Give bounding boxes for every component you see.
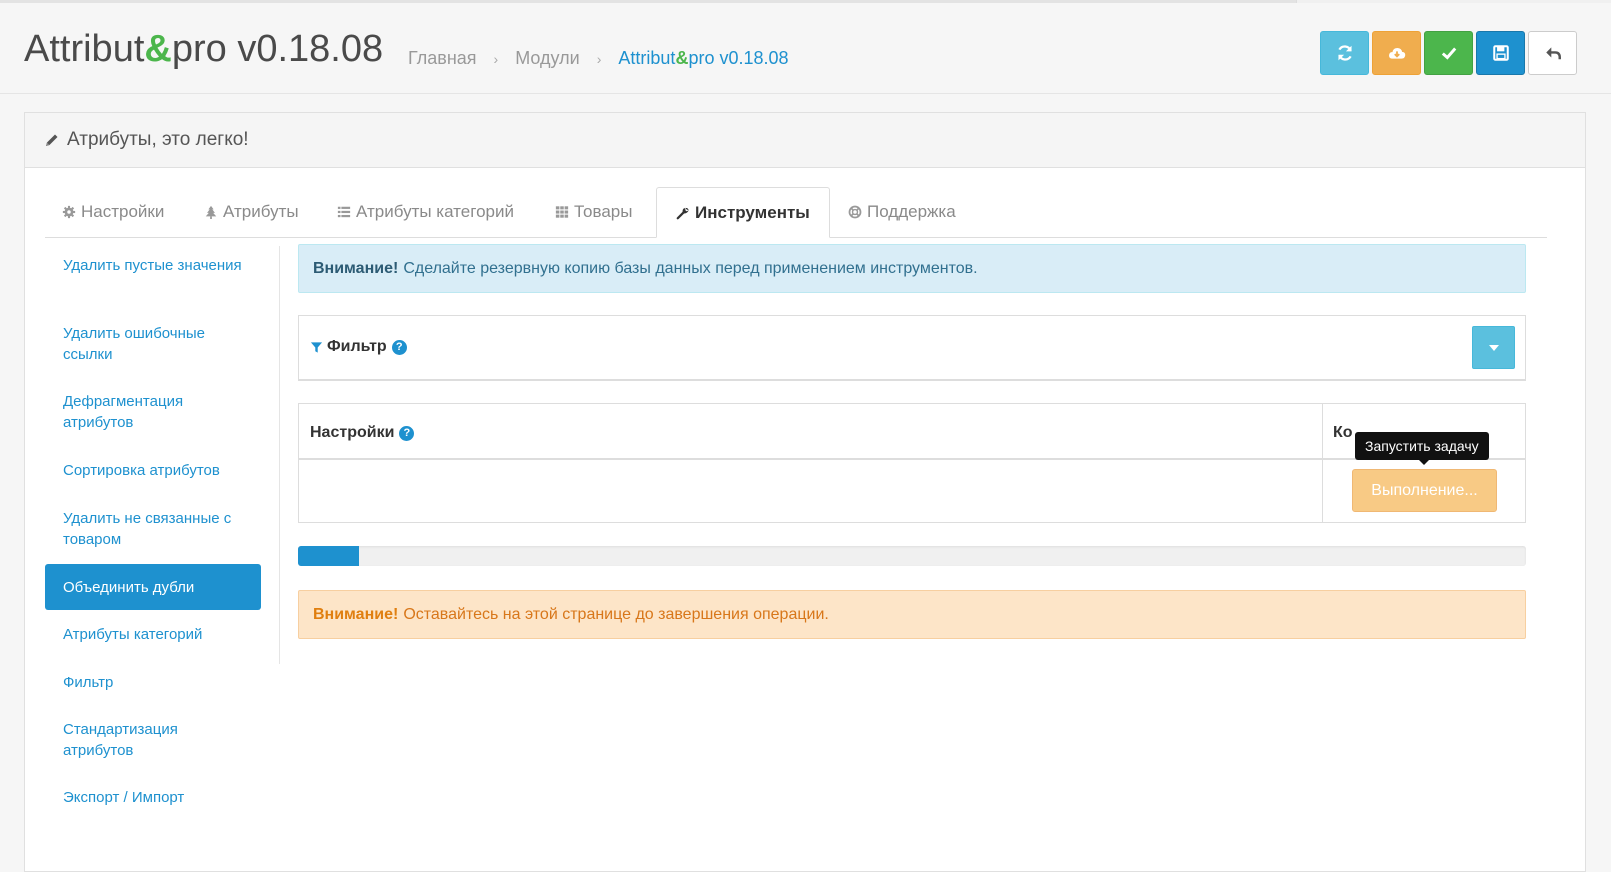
list-icon bbox=[337, 206, 351, 218]
sidebar-item-export-import[interactable]: Экспорт / Импорт bbox=[45, 787, 261, 808]
sidebar-item-category-attributes[interactable]: Атрибуты категорий bbox=[45, 624, 261, 645]
tab-products-label: Товары bbox=[574, 202, 633, 221]
column-divider bbox=[1322, 404, 1323, 522]
apply-button[interactable] bbox=[1424, 31, 1473, 75]
backup-alert-strong: Внимание! bbox=[313, 259, 399, 277]
stay-on-page-alert: Внимание! Оставайтесь на этой странице д… bbox=[298, 590, 1526, 639]
backup-alert-text: Сделайте резервную копию базы данных пер… bbox=[403, 259, 978, 277]
gear-icon bbox=[62, 205, 76, 219]
breadcrumb-separator: › bbox=[493, 51, 499, 67]
task-table: Настройки ? Ко Выполнение... Запустить з… bbox=[298, 403, 1526, 523]
progress-bar bbox=[298, 546, 360, 566]
grid-icon bbox=[555, 206, 569, 218]
breadcrumb-current-prefix: Attribut bbox=[618, 48, 676, 68]
run-task-button[interactable]: Выполнение... bbox=[1352, 469, 1497, 512]
breadcrumb-home[interactable]: Главная bbox=[408, 48, 477, 68]
sidebar-item-delete-broken-links[interactable]: Удалить ошибочные ссылки bbox=[45, 323, 261, 365]
save-button[interactable] bbox=[1476, 31, 1525, 75]
run-task-tooltip-text: Запустить задачу bbox=[1365, 438, 1479, 454]
stay-alert-strong: Внимание! bbox=[313, 605, 399, 623]
download-button[interactable] bbox=[1372, 31, 1421, 75]
cloud-download-icon bbox=[1388, 47, 1405, 59]
tooltip-arrow bbox=[1419, 460, 1429, 465]
tab-settings[interactable]: Настройки bbox=[62, 187, 164, 237]
title-ampersand: & bbox=[144, 28, 172, 70]
tree-icon bbox=[205, 205, 217, 219]
page-header: Attribut&pro v0.18.08 Главная › Модули ›… bbox=[0, 3, 1611, 94]
lifebuoy-icon bbox=[848, 205, 862, 219]
tab-support[interactable]: Поддержка bbox=[848, 187, 956, 237]
check-icon bbox=[1441, 47, 1456, 60]
breadcrumb-current-amp: & bbox=[675, 48, 689, 68]
run-task-tooltip: Запустить задачу bbox=[1355, 432, 1489, 465]
caret-down-icon bbox=[1488, 344, 1499, 351]
backup-alert: Внимание! Сделайте резервную копию базы … bbox=[298, 244, 1526, 293]
filter-title-text: Фильтр bbox=[327, 338, 387, 355]
tab-tools[interactable]: Инструменты bbox=[656, 187, 830, 238]
breadcrumb-current[interactable]: Attribut&pro v0.18.08 bbox=[618, 48, 788, 68]
tab-support-label: Поддержка bbox=[867, 202, 956, 221]
tab-settings-label: Настройки bbox=[81, 202, 165, 221]
refresh-button[interactable] bbox=[1320, 31, 1369, 75]
breadcrumb-current-suffix: pro v0.18.08 bbox=[688, 48, 789, 68]
filter-help-icon[interactable]: ? bbox=[391, 339, 407, 355]
tab-products[interactable]: Товары bbox=[555, 187, 632, 237]
sidebar-item-merge-duplicates[interactable]: Объединить дубли bbox=[45, 564, 261, 610]
breadcrumb-separator: › bbox=[596, 51, 602, 67]
sidebar-item-standardization[interactable]: Стандартизация атрибутов bbox=[45, 719, 261, 761]
column-header-settings: Настройки ? bbox=[310, 424, 415, 442]
breadcrumb: Главная › Модули › Attribut&pro v0.18.08 bbox=[408, 47, 789, 70]
reply-icon bbox=[1545, 47, 1561, 60]
wrench-icon bbox=[676, 207, 689, 219]
tab-attributes-label: Атрибуты bbox=[223, 202, 299, 221]
panel-heading: Атрибуты, это легко! bbox=[25, 113, 1585, 168]
stay-alert-text: Оставайтесь на этой странице до завершен… bbox=[403, 605, 829, 623]
progress-track bbox=[298, 546, 1526, 566]
sidebar-item-delete-empty[interactable]: Удалить пустые значения bbox=[45, 255, 261, 276]
tabs-bar: Настройки Атрибуты Атрибуты категорий То… bbox=[45, 187, 1547, 238]
column-header-settings-text: Настройки bbox=[310, 424, 395, 441]
filter-box: Фильтр ? bbox=[298, 315, 1526, 381]
save-icon bbox=[1492, 45, 1509, 61]
main-panel: Атрибуты, это легко! Настройки Атрибуты … bbox=[24, 112, 1586, 872]
pencil-icon bbox=[46, 134, 58, 146]
column-header-command: Ко bbox=[1333, 424, 1353, 441]
tab-category-attributes[interactable]: Атрибуты категорий bbox=[337, 187, 514, 237]
filter-toggle-button[interactable] bbox=[1472, 326, 1515, 369]
tab-category-attributes-label: Атрибуты категорий bbox=[356, 202, 514, 221]
breadcrumb-modules[interactable]: Модули bbox=[515, 48, 579, 68]
sidebar-divider bbox=[279, 246, 280, 664]
tab-attributes[interactable]: Атрибуты bbox=[204, 187, 299, 237]
settings-help-icon[interactable]: ? bbox=[399, 425, 415, 441]
title-suffix: pro v0.18.08 bbox=[171, 28, 384, 70]
sidebar-item-defragmentation[interactable]: Дефрагментация атрибутов bbox=[45, 391, 261, 433]
back-button[interactable] bbox=[1528, 31, 1577, 75]
filter-title: Фильтр ? bbox=[310, 338, 407, 356]
filter-icon bbox=[310, 341, 323, 353]
refresh-icon bbox=[1337, 45, 1352, 61]
sidebar-item-delete-unlinked[interactable]: Удалить не связанные с товаром bbox=[45, 508, 261, 550]
tab-tools-label: Инструменты bbox=[695, 202, 810, 222]
page-title: Attribut&pro v0.18.08 bbox=[24, 27, 383, 71]
panel-heading-text: Атрибуты, это легко! bbox=[67, 129, 249, 150]
sidebar-item-filter[interactable]: Фильтр bbox=[45, 672, 261, 693]
sidebar-item-sort-attributes[interactable]: Сортировка атрибутов bbox=[45, 460, 261, 481]
title-prefix: Attribut bbox=[24, 28, 145, 70]
